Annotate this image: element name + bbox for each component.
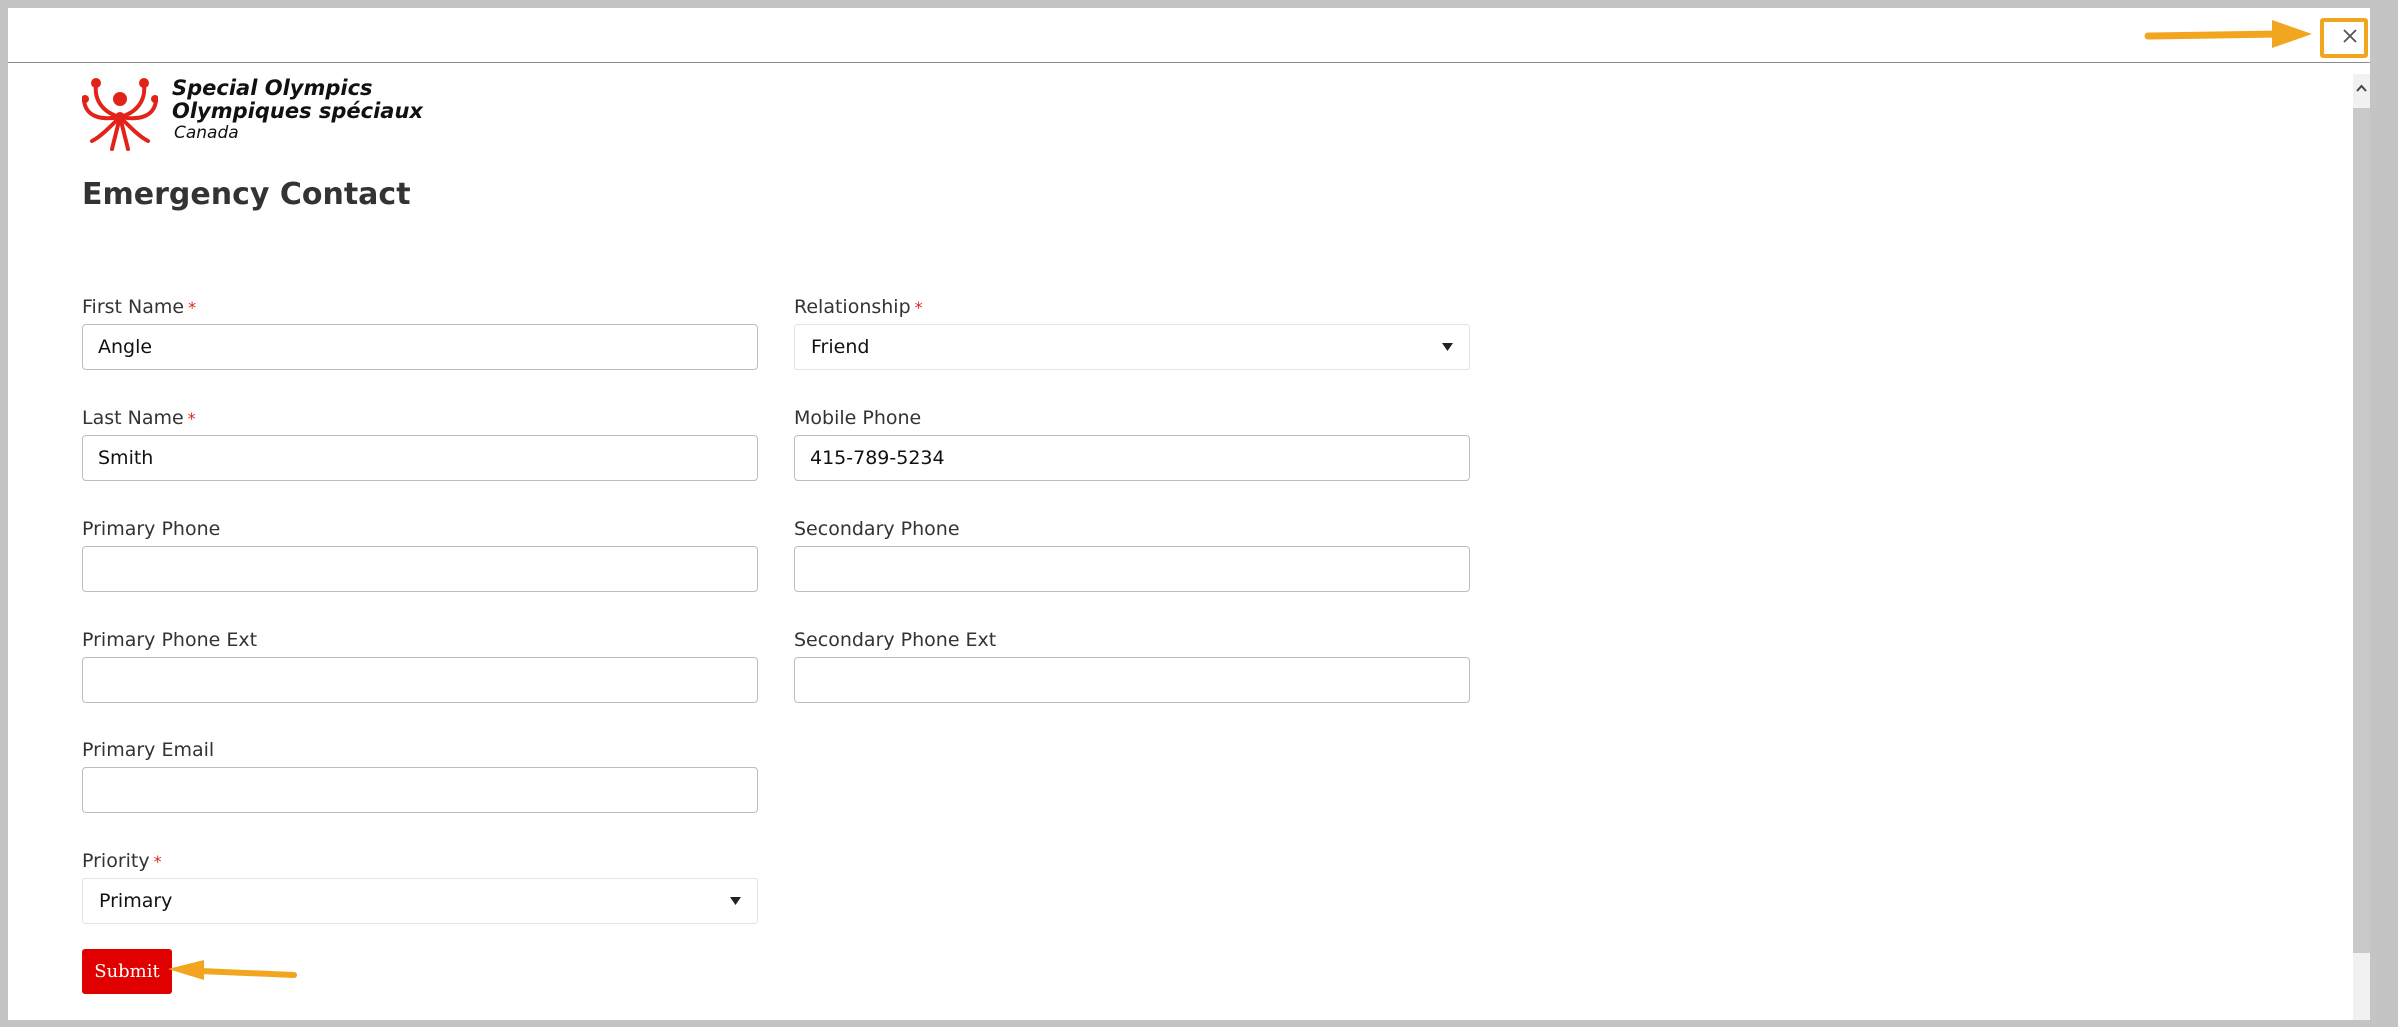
- primary-phone-input[interactable]: [82, 546, 758, 592]
- priority-label: Priority *: [82, 850, 162, 872]
- relationship-group: Relationship * Friend: [794, 295, 1470, 370]
- close-button[interactable]: [2320, 18, 2368, 58]
- secondary-phone-ext-label: Secondary Phone Ext: [794, 629, 997, 651]
- relationship-selected-value: Friend: [811, 336, 870, 358]
- submit-button[interactable]: Submit: [82, 949, 172, 994]
- required-marker: *: [153, 852, 162, 871]
- primary-phone-ext-label: Primary Phone Ext: [82, 629, 258, 651]
- primary-phone-ext-group: Primary Phone Ext: [82, 628, 758, 703]
- primary-phone-group: Primary Phone: [82, 517, 758, 592]
- secondary-phone-ext-input[interactable]: [794, 657, 1470, 703]
- secondary-phone-label: Secondary Phone: [794, 518, 960, 540]
- close-icon: [2343, 29, 2357, 43]
- primary-email-label: Primary Email: [82, 739, 215, 761]
- scrollbar-thumb[interactable]: [2353, 108, 2370, 953]
- first-name-label: First Name *: [82, 296, 197, 318]
- relationship-select[interactable]: Friend: [794, 324, 1470, 370]
- special-olympics-logo: Special Olympics Olympiques spéciaux Can…: [82, 75, 462, 155]
- last-name-label: Last Name *: [82, 407, 196, 429]
- required-marker: *: [187, 409, 196, 428]
- emergency-contact-dialog: Special Olympics Olympiques spéciaux Can…: [8, 8, 2370, 1020]
- last-name-group: Last Name *: [82, 406, 758, 481]
- form-title: Emergency Contact: [82, 177, 411, 212]
- primary-phone-ext-input[interactable]: [82, 657, 758, 703]
- mobile-phone-input[interactable]: [794, 435, 1470, 481]
- required-marker: *: [914, 298, 923, 317]
- first-name-group: First Name *: [82, 295, 758, 370]
- logo-line-1: Special Olympics: [172, 76, 373, 100]
- priority-selected-value: Primary: [99, 890, 173, 912]
- vertical-scrollbar[interactable]: [2353, 74, 2370, 1020]
- mobile-phone-label: Mobile Phone: [794, 407, 922, 429]
- logo-line-3: Canada: [174, 123, 239, 143]
- priority-group: Priority * Primary: [82, 849, 758, 924]
- relationship-label: Relationship *: [794, 296, 923, 318]
- mobile-phone-group: Mobile Phone: [794, 406, 1470, 481]
- caret-down-icon: [730, 897, 741, 905]
- primary-email-input[interactable]: [82, 767, 758, 813]
- last-name-input[interactable]: [82, 435, 758, 481]
- required-marker: *: [188, 298, 197, 317]
- chevron-up-icon[interactable]: [2355, 82, 2368, 95]
- special-olympics-emblem-icon: [82, 78, 158, 151]
- primary-email-group: Primary Email: [82, 738, 758, 813]
- priority-select[interactable]: Primary: [82, 878, 758, 924]
- secondary-phone-group: Secondary Phone: [794, 517, 1470, 592]
- secondary-phone-input[interactable]: [794, 546, 1470, 592]
- logo-line-2: Olympiques spéciaux: [172, 99, 423, 123]
- dialog-header: [8, 8, 2370, 63]
- primary-phone-label: Primary Phone: [82, 518, 221, 540]
- first-name-input[interactable]: [82, 324, 758, 370]
- logo-wordmark: Special Olympics Olympiques spéciaux Can…: [172, 77, 423, 144]
- secondary-phone-ext-group: Secondary Phone Ext: [794, 628, 1470, 703]
- caret-down-icon: [1442, 343, 1453, 351]
